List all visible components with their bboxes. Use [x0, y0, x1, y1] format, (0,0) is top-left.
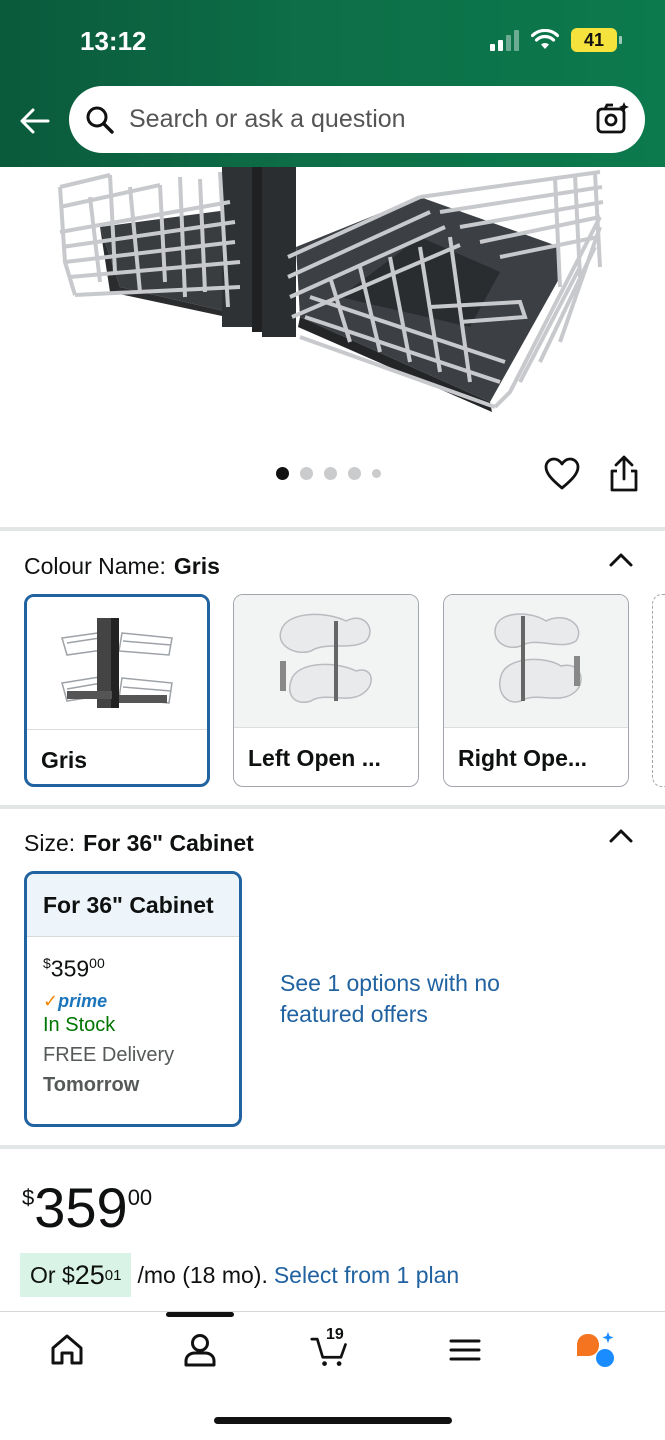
pagination-dot[interactable]: [348, 467, 361, 480]
colour-selected-value: Gris: [173, 553, 220, 579]
rufus-assistant-icon[interactable]: [575, 1330, 615, 1370]
colour-option-right-open[interactable]: Right Ope...: [443, 594, 629, 787]
header: 13:12 41 Search or ask a question: [0, 0, 665, 167]
back-arrow-icon[interactable]: [18, 104, 52, 138]
divider: [0, 527, 665, 531]
pagination-dot[interactable]: [324, 467, 337, 480]
divider: [0, 805, 665, 809]
colour-thumbnail: [234, 595, 418, 727]
size-selected-value: For 36" Cabinet: [83, 830, 254, 856]
status-time: 13:12: [80, 26, 147, 56]
product-price: $359 00: [22, 1176, 153, 1239]
account-icon[interactable]: [180, 1330, 220, 1370]
search-input[interactable]: Search or ask a question: [129, 105, 406, 134]
chevron-up-icon[interactable]: [608, 828, 634, 844]
chevron-up-icon[interactable]: [608, 552, 634, 568]
search-icon: [86, 106, 114, 134]
select-plan-link[interactable]: Select from 1 plan: [274, 1262, 459, 1289]
search-bar[interactable]: Search or ask a question: [69, 86, 645, 153]
pagination-dot[interactable]: [372, 469, 381, 478]
pagination-dot[interactable]: [300, 467, 313, 480]
monthly-terms: /mo (18 mo).: [137, 1261, 268, 1288]
home-indicator: [214, 1417, 452, 1424]
colour-option-left-open[interactable]: Left Open ...: [233, 594, 419, 787]
size-label: Size: For 36" Cabinet: [24, 830, 254, 856]
cart-count-badge: 19: [326, 1326, 344, 1343]
delivery-text: FREE Delivery: [43, 1043, 175, 1066]
size-option-card[interactable]: For 36" Cabinet $35900 ✓prime In Stock F…: [24, 871, 242, 1127]
colour-option-gris[interactable]: Gris: [24, 594, 210, 787]
battery-icon: 41: [571, 28, 622, 52]
colour-option-more[interactable]: [652, 594, 665, 787]
see-options-link[interactable]: See 1 options with no featured offers: [280, 968, 520, 1030]
size-option-title: For 36" Cabinet: [27, 874, 239, 937]
stock-status: In Stock: [43, 1013, 116, 1036]
image-pagination: [276, 467, 381, 480]
status-icons: 41: [490, 28, 622, 52]
monthly-payment: Or $25 01 /mo (18 mo). Select from 1 plan: [20, 1253, 459, 1297]
monthly-amount: Or $25 01: [20, 1253, 132, 1297]
wifi-icon: [531, 29, 559, 49]
menu-icon[interactable]: [445, 1330, 485, 1370]
heart-icon[interactable]: [543, 455, 581, 493]
product-image[interactable]: [0, 167, 665, 437]
delivery-day: Tomorrow: [43, 1073, 140, 1096]
home-icon[interactable]: [47, 1330, 87, 1370]
pagination-dot[interactable]: [276, 467, 289, 480]
colour-thumbnail: [444, 595, 628, 727]
colour-option-label: Left Open ...: [234, 727, 418, 786]
nav-active-indicator: [166, 1312, 234, 1317]
colour-thumbnail: [27, 597, 207, 729]
prime-badge: ✓prime: [43, 990, 108, 1011]
colour-option-label: Right Ope...: [444, 727, 628, 786]
share-icon[interactable]: [607, 455, 641, 493]
colour-label: Colour Name: Gris: [24, 553, 220, 579]
divider: [0, 1145, 665, 1149]
colour-option-label: Gris: [27, 729, 207, 784]
camera-search-icon[interactable]: [595, 100, 631, 136]
signal-icon: [490, 29, 519, 51]
size-option-price: $35900: [43, 955, 105, 982]
